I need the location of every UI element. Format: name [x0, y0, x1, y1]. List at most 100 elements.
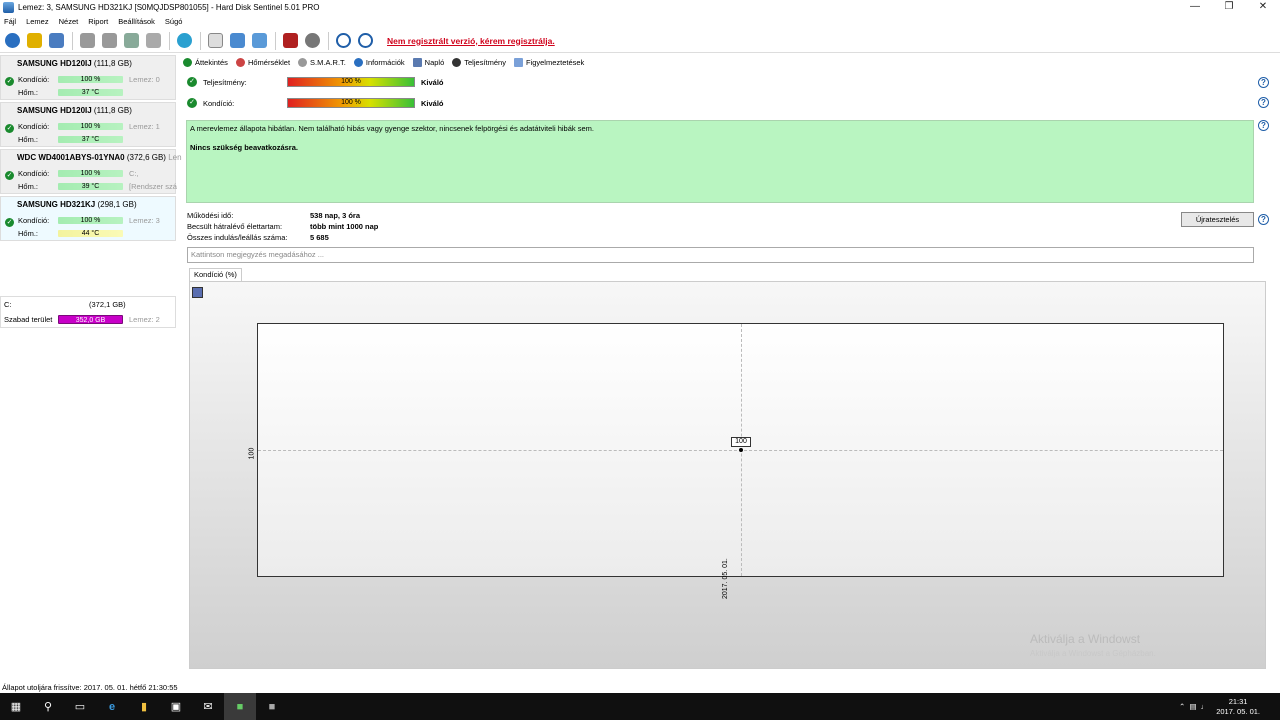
disk-item-0[interactable]: SAMSUNG HD120IJ (111,8 GB) ✓ Kondíció: 1… [0, 55, 176, 100]
monitor-icon [282, 33, 298, 48]
register-link[interactable]: Nem regisztrált verzió, kérem regisztrál… [387, 36, 555, 46]
tab-log[interactable]: Napló [412, 57, 444, 67]
menu-report[interactable]: Riport [88, 17, 108, 26]
alerts-icon [513, 57, 523, 67]
volume-capacity: (372,1 GB) [89, 300, 126, 309]
disk-item-1[interactable]: SAMSUNG HD120IJ (111,8 GB) ✓ Kondíció: 1… [0, 102, 176, 147]
about-button[interactable] [355, 31, 375, 51]
web-button[interactable] [174, 31, 194, 51]
network-button[interactable] [249, 31, 269, 51]
free-space-bar: 352,0 GB [58, 315, 123, 324]
start-button[interactable]: ▦ [0, 693, 32, 720]
search-button[interactable]: ⚲ [32, 693, 64, 720]
clock-time: 21:31 [1228, 696, 1248, 706]
mail-button[interactable]: ✉ [192, 693, 224, 720]
volume-item-c[interactable]: C: (372,1 GB) Szabad terület 352,0 GB Le… [0, 296, 176, 328]
windows-icon: ▦ [10, 701, 22, 713]
tab-info[interactable]: Információk [353, 57, 405, 67]
app-taskbar-button[interactable]: ■ [256, 693, 288, 720]
report-icon [48, 33, 64, 48]
folder-icon: ▮ [140, 701, 148, 713]
drive-icon [123, 33, 139, 48]
system-label: [Rendszer szá [129, 182, 177, 191]
disk-item-3[interactable]: SAMSUNG HD321KJ (298,1 GB) ✓ Kondíció: 1… [0, 196, 176, 241]
temperature-label: Hőm.: [18, 229, 39, 238]
chevron-up-icon[interactable]: ⌃ [1179, 702, 1185, 711]
tab-performance[interactable]: Teljesítmény [452, 57, 506, 67]
chart-plot-area: 100 [257, 323, 1224, 577]
tab-temperature[interactable]: Hőmérséklet [235, 57, 290, 67]
help-icon[interactable]: ? [1258, 77, 1269, 88]
retest-button[interactable]: Újratesztelés [1181, 212, 1254, 227]
disk-stats: Működési idő: 538 nap, 3 óra Becsült hátr… [187, 210, 378, 243]
disk-index: Lemez: 0 [129, 75, 160, 84]
disk-info-icon [26, 33, 42, 48]
condition-row: ✓ Kondíció: 100 % Kiváló [183, 96, 444, 110]
store-button[interactable]: ▣ [160, 693, 192, 720]
help-button[interactable] [333, 31, 353, 51]
maximize-button[interactable]: ❐ [1212, 0, 1246, 15]
volume-icon[interactable]: ♩ [1201, 702, 1209, 711]
ok-check-icon: ✓ [5, 171, 14, 180]
close-button[interactable]: ✕ [1246, 0, 1280, 15]
report-button[interactable] [46, 31, 66, 51]
drive-tool-3-button[interactable] [121, 31, 141, 51]
menu-help[interactable]: Súgó [165, 17, 183, 26]
help-icon[interactable]: ? [1258, 120, 1269, 131]
temperature-label: Hőm.: [18, 182, 39, 191]
settings-button[interactable] [302, 31, 322, 51]
ok-check-icon: ✓ [5, 124, 14, 133]
edge-button[interactable]: e [96, 693, 128, 720]
condition-label: Kondíció: [203, 98, 235, 108]
hdsentinel-icon: ■ [236, 700, 244, 713]
drive-tool-1-button[interactable] [77, 31, 97, 51]
note-input[interactable]: Kattintson megjegyzés megadásához ... [187, 247, 1254, 263]
network-icon[interactable]: ▤ [1189, 702, 1196, 711]
disk-info-button[interactable] [24, 31, 44, 51]
condition-quality: Kiváló [421, 98, 444, 108]
explorer-button[interactable]: ▮ [128, 693, 160, 720]
refresh-button[interactable] [2, 31, 22, 51]
performance-icon [452, 57, 462, 67]
temperature-bar: 37 °C [58, 136, 123, 143]
thermometer-icon [235, 57, 245, 67]
menu-file[interactable]: Fájl [4, 17, 16, 26]
x-tick-label: 2017. 05. 01. [722, 558, 729, 599]
menu-bar: Fájl Lemez Nézet Riport Beállítások Súgó [0, 15, 1280, 28]
drive-tool-2-button[interactable] [99, 31, 119, 51]
menu-disk[interactable]: Lemez [26, 17, 49, 26]
app-icon [3, 2, 14, 13]
drive-tool-4-button[interactable] [143, 31, 163, 51]
performance-bar: 100 % [287, 77, 415, 87]
tab-alerts[interactable]: Figyelmeztetések [513, 57, 584, 67]
y-tick-label: 100 [248, 447, 256, 460]
disk-index: Lemez: 1 [129, 122, 160, 131]
network-icon [251, 33, 267, 48]
menu-view[interactable]: Nézet [59, 17, 79, 26]
help-icon[interactable]: ? [1258, 97, 1269, 108]
temperature-bar: 37 °C [58, 89, 123, 96]
uptime-value: 538 nap, 3 óra [310, 211, 361, 220]
task-view-button[interactable]: ▭ [64, 693, 96, 720]
tab-condition-chart[interactable]: Kondíció (%) [189, 268, 242, 281]
monitor-button[interactable] [280, 31, 300, 51]
search-icon: ⚲ [43, 701, 53, 713]
hdsentinel-taskbar-button[interactable]: ■ [224, 693, 256, 720]
condition-label: Kondíció: [18, 75, 50, 84]
help-icon[interactable]: ? [1258, 214, 1269, 225]
minimize-button[interactable]: — [1178, 0, 1212, 15]
disk-item-2[interactable]: WDC WD4001ABYS-01YNA0 (372,6 GB) Len ✓ K… [0, 149, 182, 194]
clock[interactable]: 21:31 2017. 05. 01. [1216, 697, 1260, 717]
save-icon[interactable] [192, 287, 203, 298]
tab-smart[interactable]: S.M.A.R.T. [298, 57, 346, 67]
status-bar: Állapot utoljára frissítve: 2017. 05. 01… [0, 682, 1280, 693]
document-button[interactable] [205, 31, 225, 51]
menu-settings[interactable]: Beállítások [118, 17, 155, 26]
sync-button[interactable] [227, 31, 247, 51]
drive-icon [145, 33, 161, 48]
performance-row: ✓ Teljesítmény: 100 % Kiváló [183, 75, 444, 89]
condition-bar: 100 % [58, 170, 123, 177]
lifetime-value: több mint 1000 nap [310, 222, 379, 231]
condition-label: Kondíció: [18, 216, 50, 225]
tab-overview[interactable]: Áttekintés [183, 57, 228, 67]
